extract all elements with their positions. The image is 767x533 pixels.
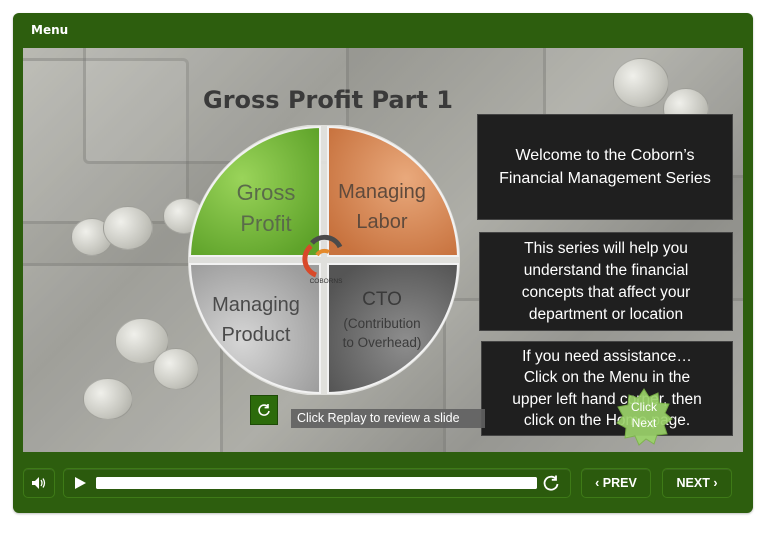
info-line: Welcome to the Coborn’s [515,147,695,164]
info-line: understand the financial [523,261,689,279]
managing-product-line1: Managing [212,294,300,316]
slide-title: Gross Profit Part 1 [203,86,453,114]
top-bar: Menu [13,13,753,48]
info-line: If you need assistance… [522,347,692,365]
next-label: NEXT [676,476,710,490]
volume-button[interactable] [23,468,55,498]
cto-line2: (Contribution [343,316,420,331]
info-line: concepts that affect your [521,283,691,301]
financial-wheel: Gross Profit Managing Labor Managing Pro… [188,125,460,395]
slide-stage: Gross Profit Part 1 Gross Profit Managin… [23,48,743,452]
info-box-welcome: Welcome to the Coborn’s Financial Manage… [477,114,733,220]
speaker-icon [32,477,46,489]
player-frame: Menu Gross Profit Part 1 Gross Profit Ma… [13,13,753,513]
replay-slide-button[interactable] [250,395,278,425]
prev-label: PREV [602,476,637,490]
info-line: department or location [528,305,684,323]
playback-controls: ‹ PREV NEXT › [13,465,753,507]
progress-fill [96,477,537,489]
badge-line2: Next [631,416,657,430]
info-box-series: This series will help you understand the… [479,232,733,331]
menu-button[interactable]: Menu [31,23,68,37]
chevron-right-icon: › [709,476,718,490]
seek-bar-container [63,468,571,498]
info-line: Financial Management Series [499,170,711,187]
info-line: Click on the Menu in the [523,369,691,386]
gross-profit-line1: Gross [237,180,296,205]
logo-text: COBORNS [310,278,344,285]
cto-line3: to Overhead) [343,335,422,350]
info-line: This series will help you [524,239,688,257]
managing-product-line2: Product [222,324,291,346]
replay-icon[interactable] [542,474,560,492]
managing-labor-line2: Labor [356,211,407,233]
next-button[interactable]: NEXT › [662,468,732,498]
badge-line1: Click [631,400,657,414]
play-icon[interactable] [72,475,88,491]
info-line: upper left hand corner, then [512,390,702,408]
prev-button[interactable]: ‹ PREV [581,468,651,498]
info-box-assistance: If you need assistance… Click on the Men… [481,341,733,436]
cto-line1: CTO [362,289,402,310]
click-next-badge: Click Next [615,399,673,431]
replay-hint: Click Replay to review a slide [291,409,485,428]
progress-track[interactable] [96,477,537,489]
managing-labor-line1: Managing [338,181,426,203]
chevron-left-icon: ‹ [595,476,603,490]
info-line: click on the Home page. [523,412,691,429]
replay-icon [258,404,270,416]
gross-profit-line2: Profit [240,211,291,236]
